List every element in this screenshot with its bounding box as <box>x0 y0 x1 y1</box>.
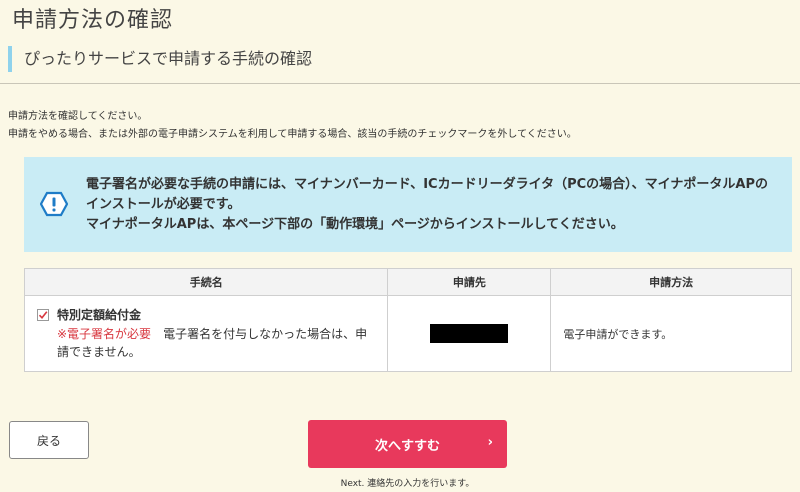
header-procedure-name: 手続名 <box>23 268 389 296</box>
procedure-table: 手続名 申請先 申請方法 特別定額給付金 ※電子署名が必要 電子署名を付与しなか… <box>23 268 792 372</box>
page-title: 申請方法の確認 <box>12 8 174 33</box>
destination-cell <box>387 295 552 372</box>
notice-line-1: 電子署名が必要な手続の申請には、マイナンバーカード、ICカードリーダライタ（PC… <box>86 177 768 212</box>
procedure-cell: 特別定額給付金 ※電子署名が必要 電子署名を付与しなかった場合は、申請できません… <box>23 295 389 372</box>
intro-line-2: 申請をやめる場合、または外部の電子申請システムを利用して申請する場合、該当の手続… <box>8 129 577 140</box>
procedure-name: 特別定額給付金 <box>57 308 142 322</box>
table-row: 特別定額給付金 ※電子署名が必要 電子署名を付与しなかった場合は、申請できません… <box>23 295 792 372</box>
redacted-destination <box>430 324 509 343</box>
header-method: 申請方法 <box>550 268 792 296</box>
method-cell: 電子申請ができます。 <box>550 295 792 372</box>
intro-text: 申請方法を確認してください。 申請をやめる場合、または外部の電子申請システムを利… <box>8 108 577 144</box>
header-destination: 申請先 <box>387 268 552 296</box>
procedure-checkbox[interactable] <box>37 308 49 321</box>
notice-box: 電子署名が必要な手続の申請には、マイナンバーカード、ICカードリーダライタ（PC… <box>24 157 792 252</box>
notice-text: 電子署名が必要な手続の申請には、マイナンバーカード、ICカードリーダライタ（PC… <box>86 175 776 235</box>
signature-required-label: ※電子署名が必要 <box>57 327 152 341</box>
warning-icon <box>40 191 68 217</box>
heading-divider <box>0 83 800 84</box>
notice-line-2: マイナポータルAPは、本ページ下部の「動作環境」ページからインストールしてくださ… <box>86 217 624 232</box>
next-button[interactable]: 次へすすむ › <box>308 420 507 468</box>
next-note: Next. 連絡先の入力を行います。 <box>340 479 475 489</box>
intro-line-1: 申請方法を確認してください。 <box>8 111 148 122</box>
procedure-detail: ※電子署名が必要 電子署名を付与しなかった場合は、申請できません。 <box>37 325 375 361</box>
check-icon <box>38 310 48 319</box>
chevron-right-icon: › <box>487 435 493 450</box>
table-header-row: 手続名 申請先 申請方法 <box>23 268 792 296</box>
back-button[interactable]: 戻る <box>9 421 89 459</box>
next-button-label: 次へすすむ <box>374 439 440 454</box>
section-heading: ぴったりサービスで申請する手続の確認 <box>8 46 312 72</box>
